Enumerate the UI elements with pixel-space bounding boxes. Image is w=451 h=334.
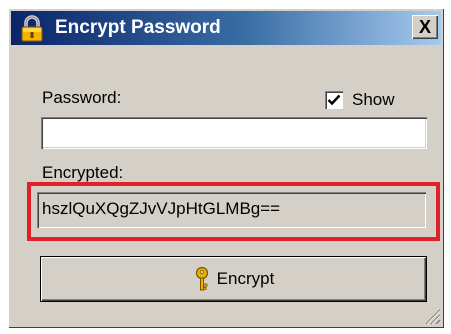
encrypt-password-window: Encrypt Password X Password: Show Encryp… [8,8,444,328]
encrypted-label: Encrypted: [42,163,124,182]
encrypt-button-label: Encrypt [216,269,275,288]
password-label: Password: [42,88,122,107]
resize-grip-icon[interactable] [423,307,441,325]
highlight-box [27,182,440,241]
password-input[interactable] [41,117,427,149]
show-label: Show [352,90,395,109]
show-checkbox[interactable] [325,91,343,109]
encrypt-button[interactable]: Encrypt [41,257,426,301]
checkmark-icon [327,94,341,106]
close-icon: X [418,17,431,37]
key-icon [195,266,208,291]
close-button[interactable]: X [412,15,438,39]
padlock-icon [21,15,43,42]
title-bar[interactable]: Encrypt Password X [11,11,441,45]
window-title: Encrypt Password [55,17,221,38]
